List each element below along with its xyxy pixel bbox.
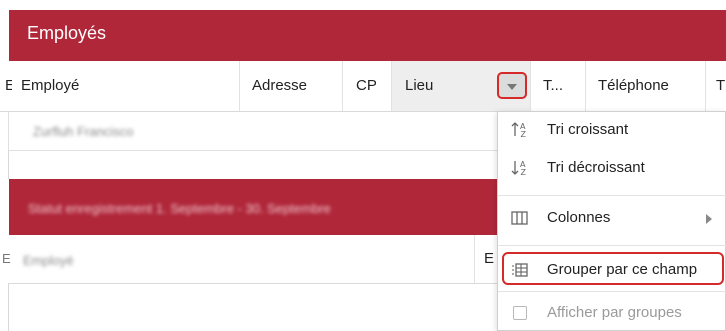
column-header-cp[interactable]: CP xyxy=(343,61,392,111)
chevron-down-icon xyxy=(507,84,517,90)
column-menu-trigger-button[interactable] xyxy=(497,72,527,99)
chevron-right-icon xyxy=(706,214,712,224)
svg-text:Z: Z xyxy=(521,130,527,139)
group-column-employe[interactable]: Employé xyxy=(23,253,74,268)
column-header-telephone[interactable]: Téléphone xyxy=(586,61,706,111)
menu-item-columns[interactable]: Colonnes xyxy=(498,200,726,236)
group-header-bar[interactable]: Statut enregistrement 1. Septembre - 30.… xyxy=(9,179,498,235)
menu-separator xyxy=(498,195,726,196)
menu-item-sort-ascending[interactable]: A Z Tri croissant xyxy=(498,112,726,148)
window-title: Employés xyxy=(27,23,107,43)
window-title-bar: Employés xyxy=(9,10,726,61)
column-header-employe[interactable]: Employé xyxy=(13,61,240,111)
menu-separator xyxy=(498,245,726,246)
group-header-label: Statut enregistrement 1. Septembre - 30.… xyxy=(28,201,331,216)
checkbox-icon[interactable] xyxy=(513,306,527,320)
menu-separator xyxy=(498,291,726,292)
group-column-partial: E xyxy=(2,251,11,266)
svg-text:Z: Z xyxy=(521,168,527,177)
column-header-t[interactable]: T... xyxy=(531,61,586,111)
menu-item-show-by-groups[interactable]: Afficher par groupes xyxy=(498,295,726,331)
sort-ascending-icon: A Z xyxy=(510,120,530,140)
column-header-adresse[interactable]: Adresse xyxy=(240,61,343,111)
table-row[interactable]: Zurfluh Francisco xyxy=(8,111,498,151)
column-context-menu: A Z Tri croissant A Z Tri décroissant Co… xyxy=(497,111,726,331)
grid-border xyxy=(8,284,9,331)
grid-header: E Employé Adresse CP Lieu T... Téléphone… xyxy=(0,61,726,112)
sort-descending-icon: A Z xyxy=(510,158,530,178)
grid-border xyxy=(8,151,9,179)
column-header-partial-right[interactable]: T xyxy=(706,61,726,111)
menu-item-sort-descending[interactable]: A Z Tri décroissant xyxy=(498,150,726,186)
columns-icon xyxy=(510,208,530,228)
employee-cell: Zurfluh Francisco xyxy=(33,124,134,139)
group-column-e[interactable]: E xyxy=(474,235,494,283)
highlight-outline xyxy=(502,252,724,285)
column-header-partial[interactable]: E xyxy=(0,61,12,111)
group-column-header: E Employé E xyxy=(2,235,498,284)
